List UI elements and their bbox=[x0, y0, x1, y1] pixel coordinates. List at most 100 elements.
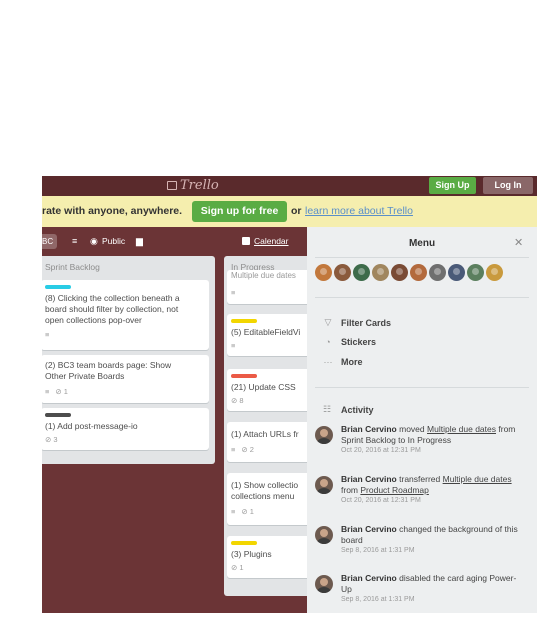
attachment-count: ⊘ 1 bbox=[55, 387, 68, 396]
card-title-line: (8) Clicking the collection beneath a bbox=[45, 293, 180, 303]
activity-user[interactable]: Brian Cervino bbox=[341, 524, 397, 534]
card-title-line: collections menu bbox=[231, 491, 295, 501]
top-header: Trello Sign Up Log In bbox=[42, 176, 537, 196]
card[interactable]: (1) Show collectio collections menu ≡ ⊘ … bbox=[227, 473, 314, 525]
description-icon: ≡ bbox=[231, 341, 236, 350]
avatar[interactable] bbox=[315, 426, 333, 444]
card[interactable]: (21) Update CSS ⊘ 8 bbox=[227, 369, 314, 411]
avatar[interactable] bbox=[391, 264, 408, 281]
card[interactable]: (5) EditableFieldVi ≡ bbox=[227, 314, 314, 356]
card-title-line: (2) BC3 team boards page: Show bbox=[45, 360, 172, 370]
member-avatars bbox=[315, 264, 503, 281]
list-in-progress: In Progress Multiple due dates ≡ (5) Edi… bbox=[224, 256, 314, 596]
activity-card-link[interactable]: Multiple due dates bbox=[443, 474, 512, 484]
activity-user[interactable]: Brian Cervino bbox=[341, 424, 397, 434]
avatar[interactable] bbox=[410, 264, 427, 281]
menu-title: Menu bbox=[408, 238, 436, 249]
trello-board-icon bbox=[167, 181, 177, 190]
activity-item: Brian Cervino changed the background of … bbox=[315, 524, 529, 564]
menu-item-label: More bbox=[341, 357, 363, 367]
banner-or-text: or bbox=[291, 205, 302, 217]
calendar-label: Calendar bbox=[254, 236, 289, 246]
more-icon: ··· bbox=[323, 357, 333, 367]
activity-text: Brian Cervino moved Multiple due dates f… bbox=[341, 424, 527, 446]
divider bbox=[315, 297, 529, 298]
calendar-icon bbox=[242, 237, 250, 245]
activity-user[interactable]: Brian Cervino bbox=[341, 474, 397, 484]
activity-action: transferred bbox=[399, 474, 441, 484]
description-icon: ≡ bbox=[231, 288, 236, 297]
activity-text: Brian Cervino disabled the card aging Po… bbox=[341, 573, 527, 595]
card-label bbox=[45, 413, 71, 417]
activity-item: Brian Cervino moved Multiple due dates f… bbox=[315, 424, 529, 464]
learn-more-link[interactable]: learn more about Trello bbox=[305, 205, 413, 217]
banner-signup-button[interactable]: Sign up for free bbox=[192, 201, 287, 222]
avatar[interactable] bbox=[372, 264, 389, 281]
card-label bbox=[231, 374, 257, 378]
avatar[interactable] bbox=[429, 264, 446, 281]
list-sprint-backlog: Sprint Backlog (8) Clicking the collecti… bbox=[42, 256, 215, 464]
team-pill[interactable]: BC bbox=[42, 234, 58, 249]
card[interactable]: Multiple due dates ≡ bbox=[227, 270, 314, 304]
avatar[interactable] bbox=[315, 526, 333, 544]
activity-board-link[interactable]: Product Roadmap bbox=[360, 485, 429, 495]
lock-icon[interactable]: ▆ bbox=[136, 236, 143, 247]
card-title-line: (1) Add post-message-io bbox=[45, 421, 138, 431]
description-icon: ≡ bbox=[231, 507, 236, 516]
card[interactable]: (8) Clicking the collection beneath a bo… bbox=[42, 280, 209, 350]
attachment-count: ⊘ 2 bbox=[241, 445, 254, 454]
attachment-count: ⊘ 1 bbox=[241, 507, 254, 516]
card[interactable]: (3) Plugins ⊘ 1 bbox=[227, 536, 314, 578]
avatar[interactable] bbox=[353, 264, 370, 281]
activity-header: ☷ Activity bbox=[323, 404, 374, 415]
menu-item-label: Stickers bbox=[341, 337, 377, 347]
card-title-line: Other Private Boards bbox=[45, 371, 125, 381]
logo-text: Trello bbox=[180, 178, 219, 193]
close-icon[interactable]: ✕ bbox=[514, 236, 523, 249]
avatar[interactable] bbox=[334, 264, 351, 281]
activity-date[interactable]: Oct 20, 2016 at 12:31 PM bbox=[341, 497, 421, 504]
avatar[interactable] bbox=[486, 264, 503, 281]
avatar[interactable] bbox=[315, 575, 333, 593]
filter-icon: ▽ bbox=[324, 317, 332, 327]
card[interactable]: (1) Attach URLs fr ≡ ⊘ 2 bbox=[227, 422, 314, 462]
calendar-link[interactable]: Calendar bbox=[242, 236, 289, 246]
card-title-line: Multiple due dates bbox=[231, 271, 296, 280]
activity-item: Brian Cervino transferred Multiple due d… bbox=[315, 474, 529, 514]
activity-user[interactable]: Brian Cervino bbox=[341, 573, 397, 583]
avatar[interactable] bbox=[315, 264, 332, 281]
visibility-label[interactable]: Public bbox=[102, 236, 125, 246]
more-item[interactable]: ··· More bbox=[323, 357, 363, 367]
trello-logo[interactable]: Trello bbox=[167, 178, 219, 193]
activity-text: Brian Cervino changed the background of … bbox=[341, 524, 527, 546]
avatar[interactable] bbox=[448, 264, 465, 281]
attachment-count: ⊘ 1 bbox=[231, 563, 244, 572]
card-title-line: (5) EditableFieldVi bbox=[231, 327, 301, 337]
avatar[interactable] bbox=[315, 476, 333, 494]
attachment-count: ⊘ 3 bbox=[45, 435, 58, 444]
stickers-item[interactable]: ◔ Stickers bbox=[323, 337, 376, 347]
board-menu-icon[interactable]: ≡ bbox=[72, 236, 77, 246]
avatar[interactable] bbox=[467, 264, 484, 281]
card-title-line: (21) Update CSS bbox=[231, 382, 296, 392]
attachment-count: ⊘ 8 bbox=[231, 396, 244, 405]
trello-board-app: Trello Sign Up Log In rate with anyone, … bbox=[42, 176, 537, 613]
card[interactable]: (2) BC3 team boards page: Show Other Pri… bbox=[42, 355, 209, 403]
activity-item: Brian Cervino disabled the card aging Po… bbox=[315, 573, 529, 613]
activity-card-link[interactable]: Multiple due dates bbox=[427, 424, 496, 434]
activity-date[interactable]: Oct 20, 2016 at 12:31 PM bbox=[341, 447, 421, 454]
card-title-line: (1) Attach URLs fr bbox=[231, 429, 299, 439]
login-button[interactable]: Log In bbox=[483, 177, 533, 194]
divider bbox=[315, 387, 529, 388]
card-title-line: (1) Show collectio bbox=[231, 480, 299, 490]
card-label bbox=[231, 319, 257, 323]
sticker-icon: ◔ bbox=[325, 337, 331, 347]
activity-label: Activity bbox=[341, 404, 374, 415]
card[interactable]: (1) Add post-message-io ⊘ 3 bbox=[42, 408, 209, 450]
activity-date[interactable]: Sep 8, 2016 at 1:31 PM bbox=[341, 596, 415, 603]
banner-text: rate with anyone, anywhere. bbox=[42, 205, 183, 217]
filter-cards-item[interactable]: ▽ Filter Cards bbox=[323, 317, 391, 328]
activity-date[interactable]: Sep 8, 2016 at 1:31 PM bbox=[341, 547, 415, 554]
signup-button[interactable]: Sign Up bbox=[429, 177, 476, 194]
card-label bbox=[231, 541, 257, 545]
